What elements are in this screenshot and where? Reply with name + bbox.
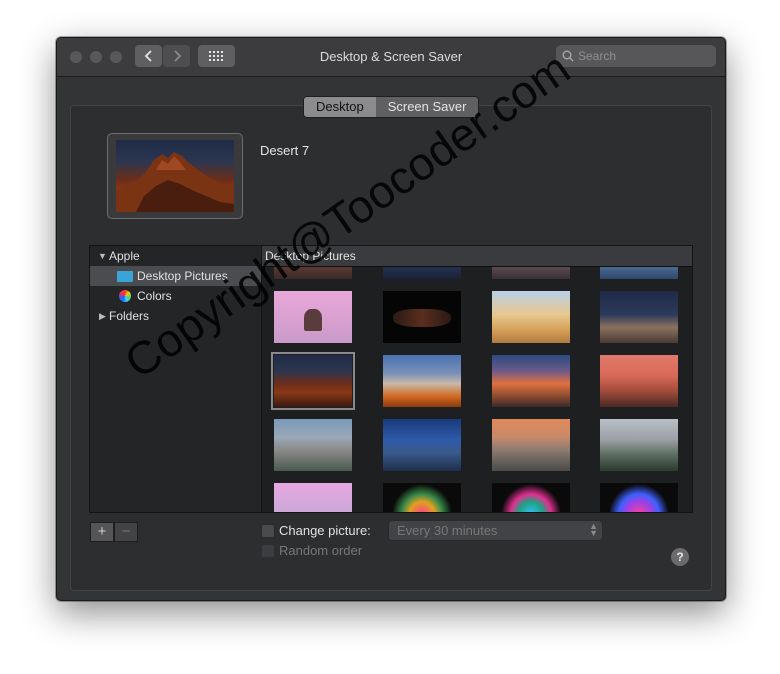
wallpaper-thumbnail[interactable] xyxy=(383,291,461,343)
add-folder-button[interactable]: + xyxy=(90,522,114,542)
search-input[interactable] xyxy=(578,47,708,65)
change-picture-label: Change picture: xyxy=(279,523,371,538)
wallpaper-thumbnail[interactable] xyxy=(274,291,352,343)
search-field[interactable] xyxy=(556,45,716,67)
sidebar-group-folders[interactable]: ▶ Folders xyxy=(90,306,261,326)
wallpaper-thumbnail[interactable] xyxy=(274,419,352,471)
grid-header: Desktop Pictures xyxy=(262,246,692,267)
wallpaper-thumbnail[interactable] xyxy=(600,355,678,407)
interval-value: Every 30 minutes xyxy=(397,523,498,538)
sidebar-group-apple[interactable]: ▼ Apple xyxy=(90,246,261,266)
wallpaper-thumbnail[interactable] xyxy=(600,267,678,279)
preview-image xyxy=(116,140,234,212)
sidebar-group-label: Apple xyxy=(109,249,140,263)
remove-folder-button[interactable]: − xyxy=(114,522,138,542)
sidebar-item-label: Colors xyxy=(137,289,172,303)
wallpaper-thumbnail[interactable] xyxy=(492,419,570,471)
wallpaper-thumbnail[interactable] xyxy=(600,419,678,471)
folder-icon xyxy=(117,271,133,282)
sidebar-item-desktop-pictures[interactable]: Desktop Pictures xyxy=(90,266,261,286)
wallpaper-thumbnail[interactable] xyxy=(274,483,352,512)
random-order-label: Random order xyxy=(279,543,363,558)
sidebar-item-colors[interactable]: Colors xyxy=(90,286,261,306)
random-order-checkbox[interactable] xyxy=(261,544,275,558)
sidebar-group-label: Folders xyxy=(109,309,150,323)
disclosure-down-icon[interactable]: ▼ xyxy=(98,246,107,266)
wallpaper-thumbnail[interactable] xyxy=(492,483,570,512)
disclosure-right-icon[interactable]: ▶ xyxy=(99,306,106,326)
help-button[interactable]: ? xyxy=(671,548,689,566)
source-list: ▼ Apple Desktop Pictures Colors ▶ Folder… xyxy=(89,245,262,513)
sidebar-item-label: Desktop Pictures xyxy=(137,269,228,283)
wallpaper-thumbnail[interactable] xyxy=(383,419,461,471)
wallpaper-thumbnail[interactable] xyxy=(383,355,461,407)
tab-desktop[interactable]: Desktop xyxy=(304,97,376,117)
preferences-window: Desktop & Screen Saver Desktop Screen Sa… xyxy=(56,37,726,601)
wallpaper-thumbnail-selected[interactable] xyxy=(271,352,355,410)
wallpaper-thumbnail[interactable] xyxy=(492,291,570,343)
tab-bar: Desktop Screen Saver xyxy=(303,96,480,118)
preview-name: Desert 7 xyxy=(260,143,310,158)
change-picture-checkbox[interactable] xyxy=(261,524,275,538)
desktop-preview xyxy=(107,133,243,219)
change-interval-popup[interactable]: Every 30 minutes ▲ ▼ xyxy=(388,520,603,541)
wallpaper-thumbnail[interactable] xyxy=(383,483,461,512)
wallpaper-thumbnail[interactable] xyxy=(492,355,570,407)
color-wheel-icon xyxy=(119,290,131,302)
wallpaper-thumbnail[interactable] xyxy=(600,291,678,343)
title-bar: Desktop & Screen Saver xyxy=(57,38,725,77)
tab-screen-saver[interactable]: Screen Saver xyxy=(375,97,479,117)
wallpaper-thumbnail[interactable] xyxy=(600,483,678,512)
popup-arrows-icon: ▲ ▼ xyxy=(589,521,598,538)
search-icon xyxy=(562,50,574,62)
wallpaper-thumbnail[interactable] xyxy=(274,267,352,279)
wallpaper-thumbnail[interactable] xyxy=(492,267,570,279)
wallpaper-thumbnail[interactable] xyxy=(383,267,461,279)
desktop-pictures-grid: Desktop Pictures xyxy=(261,245,693,513)
